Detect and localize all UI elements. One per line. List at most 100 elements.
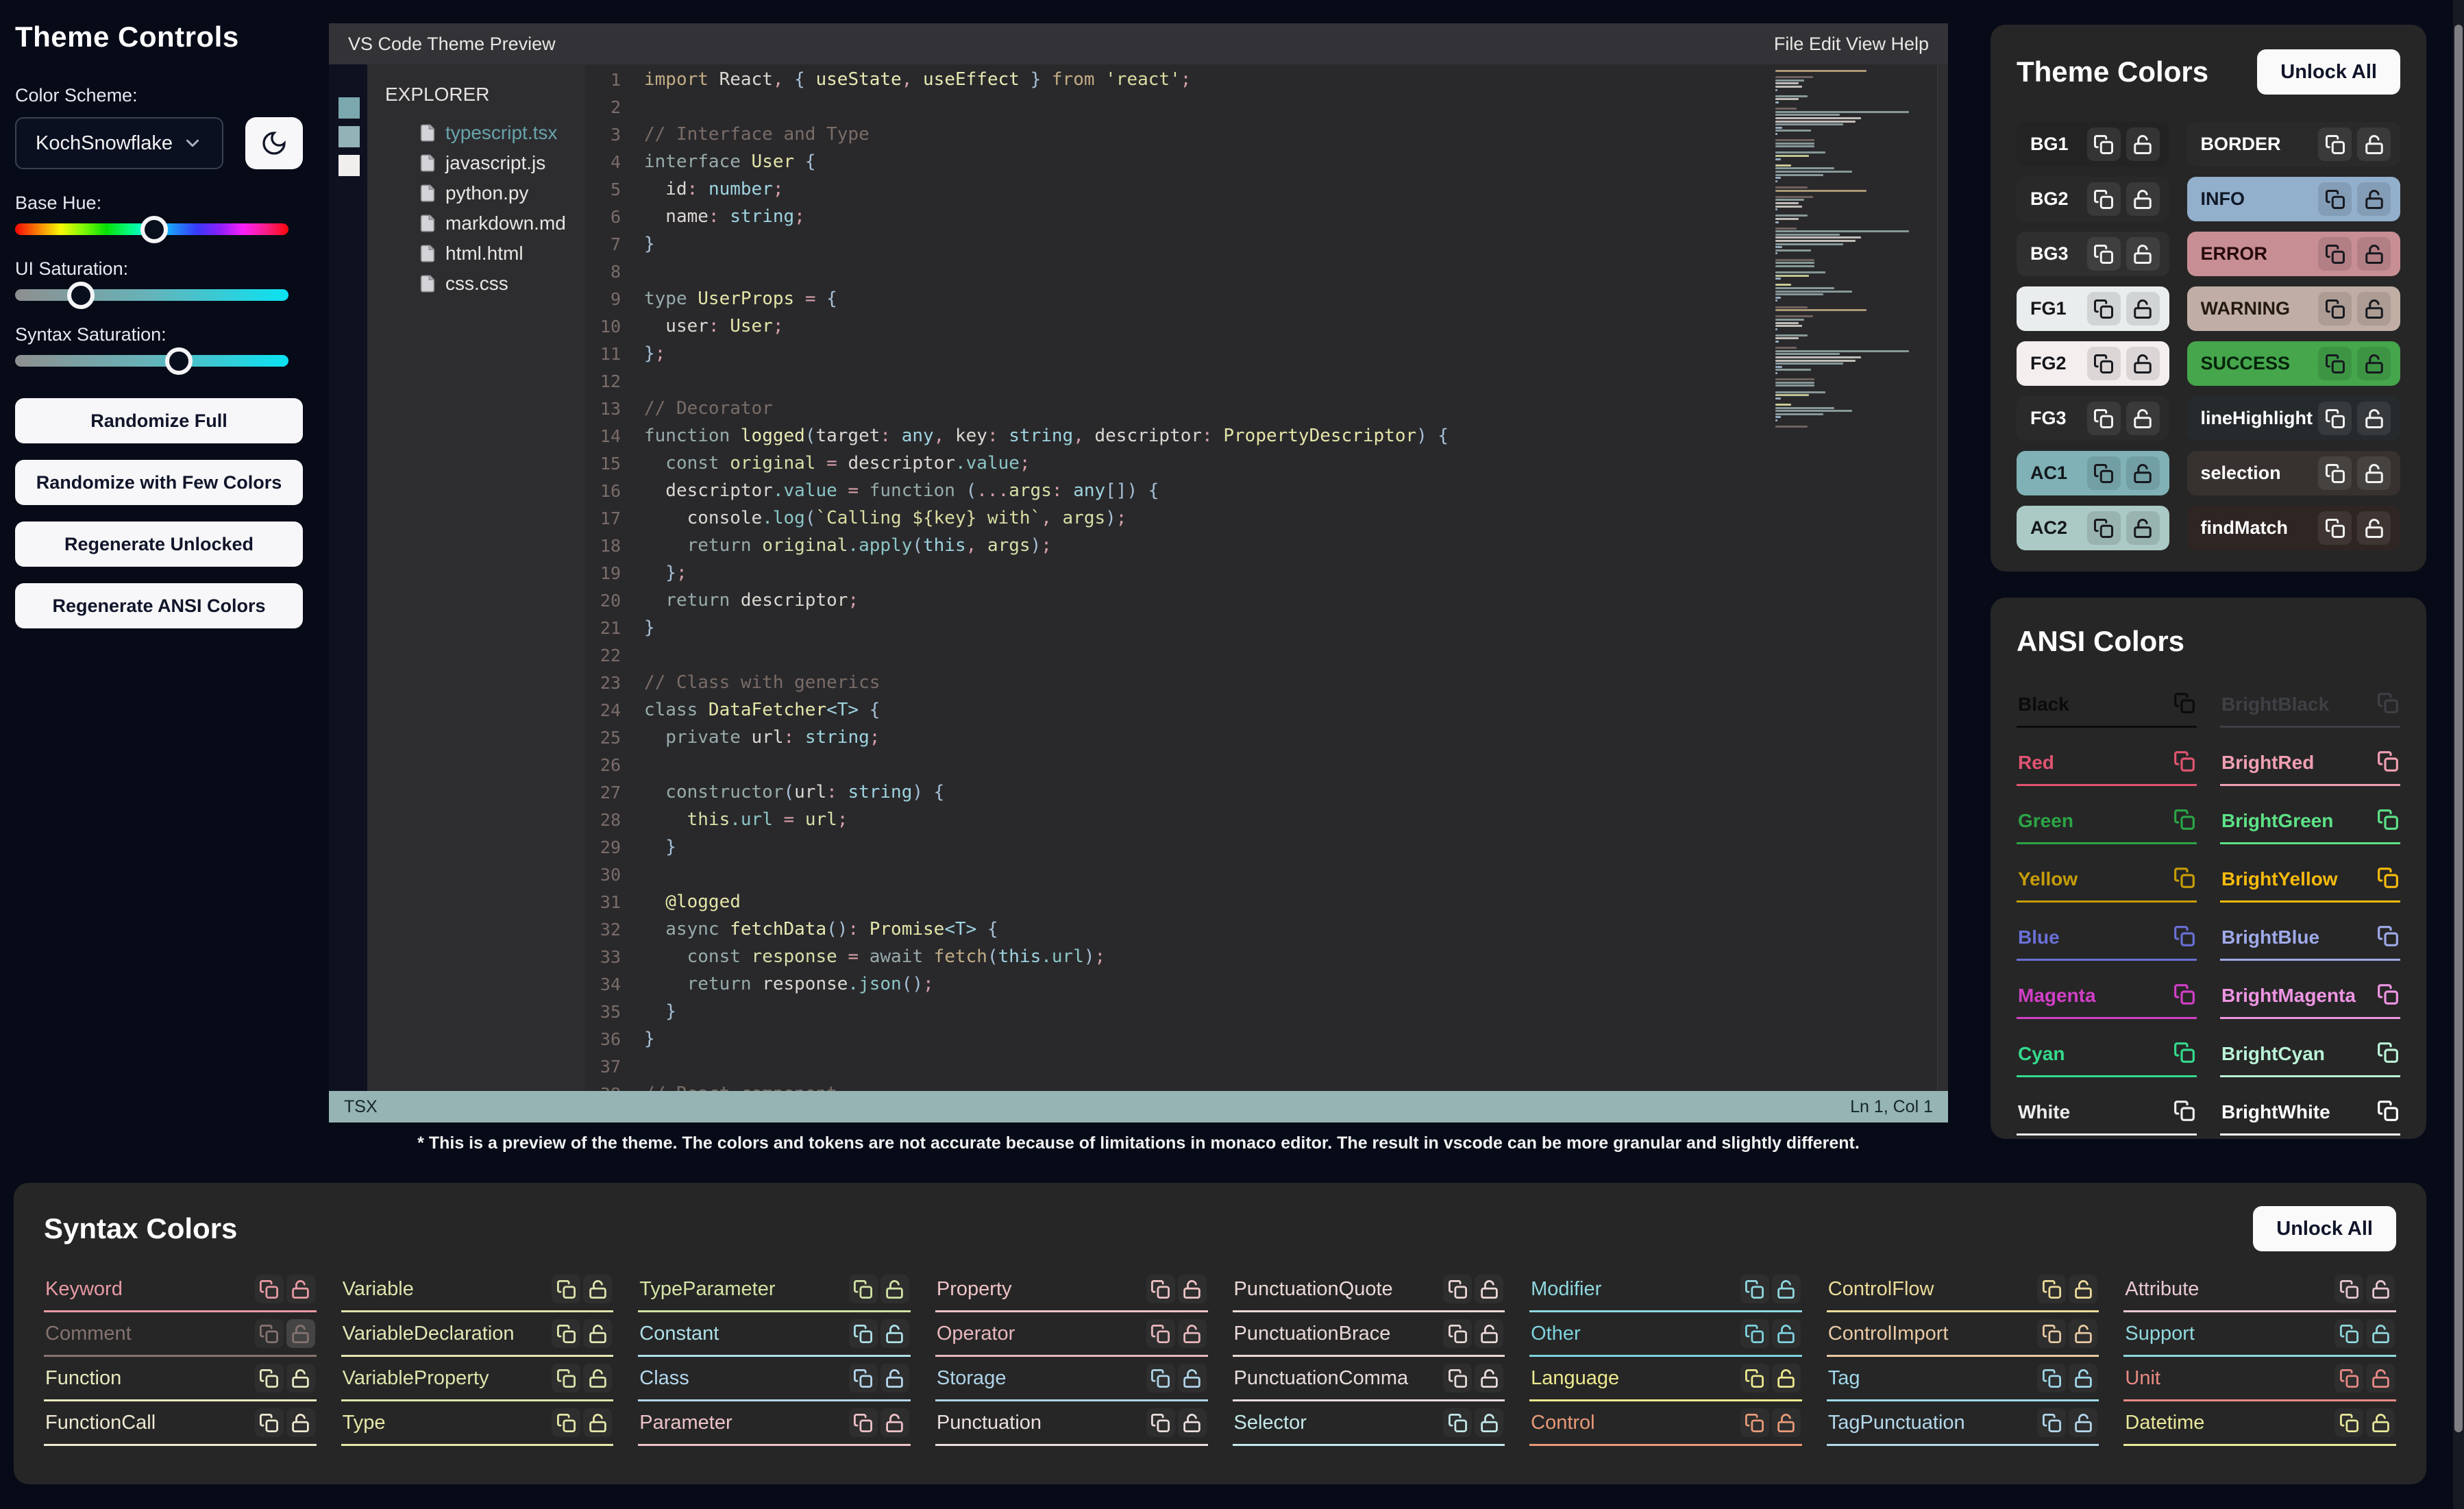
slider-track-hue[interactable] <box>15 223 288 235</box>
lock-button[interactable] <box>2126 402 2160 435</box>
copy-button[interactable] <box>2334 1275 2363 1303</box>
theme-color-chip[interactable]: SUCCESS <box>2187 341 2400 386</box>
color-scheme-select[interactable]: KochSnowflake <box>15 117 223 169</box>
copy-button[interactable] <box>2173 925 2195 949</box>
copy-button[interactable] <box>849 1408 878 1437</box>
theme-color-chip[interactable]: AC1 <box>2017 451 2169 495</box>
theme-color-chip[interactable]: FG2 <box>2017 341 2169 386</box>
lock-button[interactable] <box>1772 1275 1801 1303</box>
copy-button[interactable] <box>2318 347 2352 380</box>
copy-button[interactable] <box>1146 1275 1175 1303</box>
copy-button[interactable] <box>552 1408 580 1437</box>
copy-button[interactable] <box>2087 292 2121 326</box>
copy-button[interactable] <box>2087 347 2121 380</box>
copy-button[interactable] <box>1443 1408 1472 1437</box>
copy-button[interactable] <box>1740 1275 1769 1303</box>
lock-button[interactable] <box>1178 1408 1207 1437</box>
lock-button[interactable] <box>2366 1408 2395 1437</box>
copy-button[interactable] <box>2377 1042 2399 1066</box>
copy-button[interactable] <box>2087 511 2121 545</box>
randomize-with-few-colors-button[interactable]: Randomize with Few Colors <box>15 460 303 505</box>
lock-button[interactable] <box>2366 1275 2395 1303</box>
copy-button[interactable] <box>2173 809 2195 833</box>
lock-button[interactable] <box>2126 347 2160 380</box>
copy-button[interactable] <box>552 1275 580 1303</box>
page-scrollbar[interactable] <box>2453 0 2464 1509</box>
slider-thumb[interactable] <box>67 282 95 309</box>
copy-button[interactable] <box>1146 1408 1175 1437</box>
randomize-full-button[interactable]: Randomize Full <box>15 398 303 443</box>
copy-button[interactable] <box>2087 237 2121 271</box>
lock-button[interactable] <box>2126 182 2160 216</box>
lock-button[interactable] <box>1475 1319 1503 1348</box>
lock-button[interactable] <box>2357 127 2391 161</box>
lock-button[interactable] <box>1178 1275 1207 1303</box>
copy-button[interactable] <box>2173 692 2195 716</box>
copy-button[interactable] <box>2087 456 2121 490</box>
copy-button[interactable] <box>2173 1100 2195 1124</box>
copy-button[interactable] <box>1740 1319 1769 1348</box>
copy-button[interactable] <box>849 1319 878 1348</box>
theme-color-chip[interactable]: lineHighlight <box>2187 396 2400 441</box>
lock-button[interactable] <box>2357 456 2391 490</box>
lock-button[interactable] <box>2357 347 2391 380</box>
lock-button[interactable] <box>2357 511 2391 545</box>
lock-button[interactable] <box>1772 1408 1801 1437</box>
theme-color-chip[interactable]: selection <box>2187 451 2400 495</box>
slider-track-saturation[interactable] <box>15 355 288 367</box>
lock-button[interactable] <box>286 1275 315 1303</box>
copy-button[interactable] <box>255 1275 284 1303</box>
file-item[interactable]: typescript.tsx <box>385 118 585 148</box>
slider-thumb[interactable] <box>140 216 168 243</box>
theme-color-chip[interactable]: BG3 <box>2017 232 2169 276</box>
copy-button[interactable] <box>2334 1319 2363 1348</box>
copy-button[interactable] <box>1146 1364 1175 1393</box>
lock-button[interactable] <box>2126 237 2160 271</box>
lock-button[interactable] <box>2357 292 2391 326</box>
copy-button[interactable] <box>1443 1275 1472 1303</box>
theme-color-chip[interactable]: WARNING <box>2187 286 2400 331</box>
copy-button[interactable] <box>2334 1364 2363 1393</box>
lock-button[interactable] <box>2069 1364 2097 1393</box>
copy-button[interactable] <box>2087 127 2121 161</box>
lock-button[interactable] <box>880 1364 909 1393</box>
page-scrollbar-thumb[interactable] <box>2454 25 2463 1432</box>
editor-menubar[interactable]: File Edit View Help <box>1774 34 1929 55</box>
copy-button[interactable] <box>2173 1042 2195 1066</box>
lock-button[interactable] <box>286 1408 315 1437</box>
activity-swatch[interactable] <box>338 126 360 147</box>
theme-color-chip[interactable]: BORDER <box>2187 122 2400 167</box>
copy-button[interactable] <box>2087 402 2121 435</box>
theme-color-chip[interactable]: BG1 <box>2017 122 2169 167</box>
file-item[interactable]: css.css <box>385 269 585 299</box>
copy-button[interactable] <box>2037 1275 2066 1303</box>
lock-button[interactable] <box>2069 1408 2097 1437</box>
lock-button[interactable] <box>1772 1319 1801 1348</box>
copy-button[interactable] <box>2318 237 2352 271</box>
lock-button[interactable] <box>1475 1364 1503 1393</box>
copy-button[interactable] <box>1740 1364 1769 1393</box>
copy-button[interactable] <box>1443 1319 1472 1348</box>
lock-button[interactable] <box>2357 237 2391 271</box>
copy-button[interactable] <box>2087 182 2121 216</box>
copy-button[interactable] <box>2377 809 2399 833</box>
copy-button[interactable] <box>552 1319 580 1348</box>
regenerate-ansi-colors-button[interactable]: Regenerate ANSI Colors <box>15 583 303 628</box>
file-item[interactable]: python.py <box>385 178 585 208</box>
copy-button[interactable] <box>2377 750 2399 774</box>
editor-scrollbar[interactable] <box>1937 64 1948 1091</box>
file-item[interactable]: markdown.md <box>385 208 585 238</box>
file-item[interactable]: html.html <box>385 238 585 269</box>
lock-button[interactable] <box>2366 1319 2395 1348</box>
lock-button[interactable] <box>2069 1275 2097 1303</box>
copy-button[interactable] <box>2318 402 2352 435</box>
copy-button[interactable] <box>255 1364 284 1393</box>
copy-button[interactable] <box>2318 127 2352 161</box>
copy-button[interactable] <box>2037 1408 2066 1437</box>
theme-unlock-all-button[interactable]: Unlock All <box>2257 49 2400 95</box>
lock-button[interactable] <box>1178 1364 1207 1393</box>
lock-button[interactable] <box>2366 1364 2395 1393</box>
copy-button[interactable] <box>255 1408 284 1437</box>
lock-button[interactable] <box>583 1408 612 1437</box>
slider-thumb[interactable] <box>165 347 193 375</box>
